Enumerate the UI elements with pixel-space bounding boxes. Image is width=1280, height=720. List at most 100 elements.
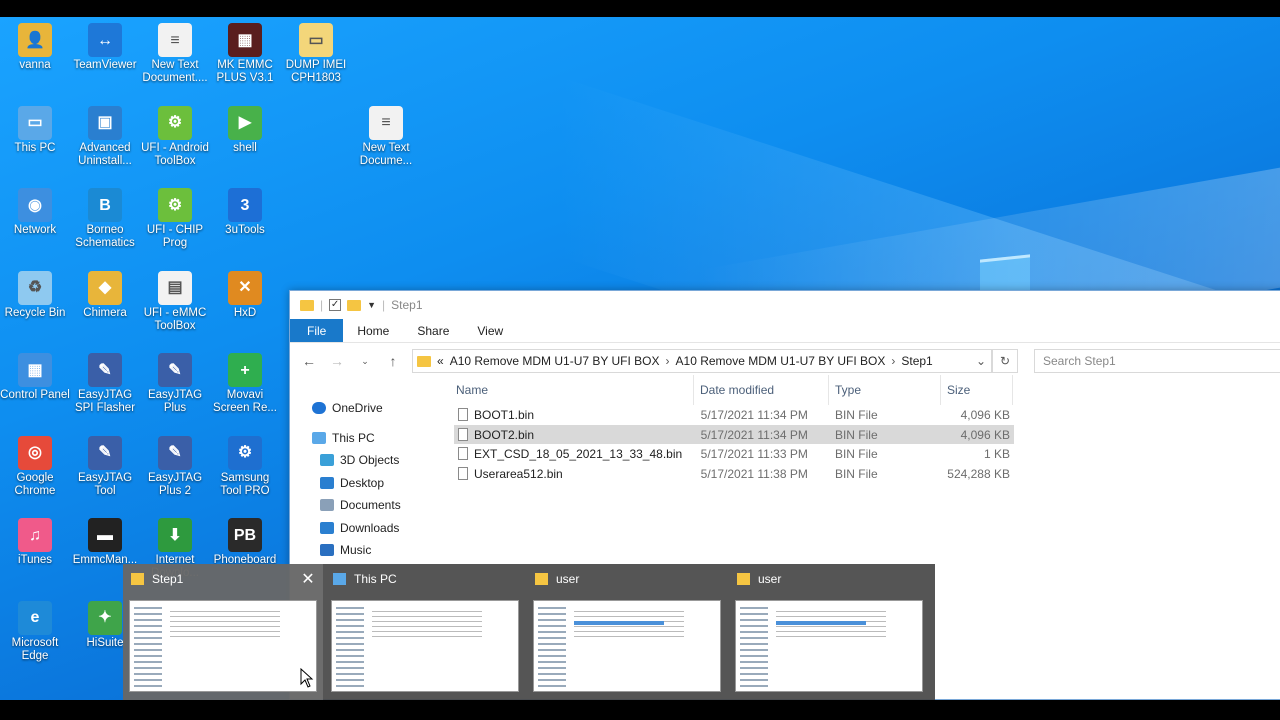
file-size-text: 524,288 KB xyxy=(947,466,1010,481)
tab-file[interactable]: File xyxy=(290,319,344,342)
thumbnail-preview xyxy=(533,600,721,692)
nav-label: Downloads xyxy=(340,520,400,535)
breadcrumb-item[interactable]: A10 Remove MDM U1-U7 BY UFI BOX xyxy=(676,354,886,368)
refresh-icon[interactable]: ↻ xyxy=(992,349,1018,373)
file-row[interactable]: EXT_CSD_18_05_2021_13_33_48.bin 5/17/2021… xyxy=(454,444,1014,464)
desktop-icon-samsung-tool-pro[interactable]: ⚙ Samsung Tool PRO xyxy=(210,435,280,498)
nav-item-desktop[interactable]: Desktop xyxy=(290,472,440,495)
new-folder-icon[interactable] xyxy=(347,299,362,311)
column-size[interactable]: Size xyxy=(941,375,1013,405)
breadcrumb-overflow[interactable]: « xyxy=(437,354,444,368)
app-icon: ⚙ xyxy=(228,435,262,470)
bottom-black-bar xyxy=(0,700,1280,720)
recent-dropdown-icon[interactable]: ⌄ xyxy=(354,356,376,367)
up-arrow-icon[interactable]: ↑ xyxy=(382,353,404,369)
desktop-icon-teamviewer[interactable]: ↔ TeamViewer xyxy=(70,23,140,72)
desktop-icon-phoneboard[interactable]: PB Phoneboard xyxy=(210,518,280,567)
chevron-right-icon[interactable]: › xyxy=(891,354,895,368)
desktop-icon-chimera[interactable]: ◆ Chimera xyxy=(70,270,140,320)
icon-label: Chimera xyxy=(83,306,127,319)
document-icon xyxy=(320,499,334,512)
icon-label: UFI - CHIP Prog xyxy=(146,224,204,249)
icon-label: UFI - Android ToolBox xyxy=(141,141,209,167)
desktop-icon-easyjtag-plus-2[interactable]: ✎ EasyJTAG Plus 2 xyxy=(140,435,210,498)
file-name: EXT_CSD_18_05_2021_13_33_48.bin xyxy=(454,447,697,461)
column-date-modified[interactable]: Date modified xyxy=(694,375,829,405)
column-name[interactable]: Name xyxy=(450,375,694,405)
icon-label: UFI - eMMC ToolBox xyxy=(143,306,207,332)
tab-home[interactable]: Home xyxy=(343,319,403,342)
desktop-icon-easyjtag-plus[interactable]: ✎ EasyJTAG Plus xyxy=(140,353,210,415)
file-type-text: BIN File xyxy=(834,447,878,462)
file-row[interactable]: Userarea512.bin 5/17/2021 11:38 PM BIN Fil… xyxy=(454,464,1014,484)
ribbon-tabs: File Home Share View xyxy=(290,319,1280,343)
desktop-icon-advanced-uninstall[interactable]: ▣ Advanced Uninstall... xyxy=(70,105,140,168)
taskbar-thumbnail[interactable]: user xyxy=(527,564,727,700)
desktop-icon-borneo-schematics[interactable]: B Borneo Schematics xyxy=(70,188,140,250)
taskbar-thumbnail[interactable]: user xyxy=(729,564,929,700)
nav-item-documents[interactable]: Documents xyxy=(290,494,440,517)
chevron-down-icon[interactable]: ⌄ xyxy=(971,354,991,368)
app-icon: ◉ xyxy=(18,188,52,222)
desktop-icon-dump-imei-cph1803[interactable]: ▭ DUMP IMEI CPH1803 xyxy=(281,23,351,85)
icon-label: Borneo Schematics xyxy=(75,224,135,249)
quick-access-dropdown-icon[interactable]: ▼ xyxy=(367,300,376,310)
file-row[interactable]: BOOT2.bin 5/17/2021 11:34 PM BIN File 4,096… xyxy=(454,424,1014,445)
desktop-icon-easyjtag-spi-flasher[interactable]: ✎ EasyJTAG SPI Flasher xyxy=(70,353,140,415)
icon-label: EasyJTAG SPI Flasher xyxy=(74,389,136,414)
desktop-icon-easyjtag-tool[interactable]: ✎ EasyJTAG Tool xyxy=(70,435,140,498)
close-icon[interactable]: ✕ xyxy=(299,569,317,589)
chevron-right-icon[interactable]: › xyxy=(666,354,670,368)
desktop-icon-new-text-docume[interactable]: ≡ New Text Docume... xyxy=(351,105,421,168)
app-icon: ✎ xyxy=(88,435,122,470)
search-input[interactable]: Search Step1 xyxy=(1034,349,1280,373)
desktop-icon-3utools[interactable]: 3 3uTools xyxy=(210,188,280,237)
nav-item-downloads[interactable]: Downloads xyxy=(290,517,440,540)
desktop-icon-itunes[interactable]: ♫ iTunes xyxy=(0,518,70,567)
desktop-icon-google-chrome[interactable]: ◎ Google Chrome xyxy=(0,435,70,498)
column-type[interactable]: Type xyxy=(829,375,941,405)
cube-icon xyxy=(320,454,334,467)
desktop-icon-ufi-chip-prog[interactable]: ⚙ UFI - CHIP Prog xyxy=(140,188,210,250)
taskbar-thumbnail[interactable]: This PC xyxy=(325,564,525,700)
nav-item-this-pc[interactable]: This PC xyxy=(290,427,440,450)
app-icon: 👤 xyxy=(18,23,52,57)
tab-view[interactable]: View xyxy=(463,319,517,342)
desktop-icon-emmcman[interactable]: ▬ EmmcMan... xyxy=(70,518,140,567)
desktop-icon-recycle-bin[interactable]: ♻ Recycle Bin xyxy=(0,270,70,320)
file-size: 524,288 KB xyxy=(942,467,1014,481)
breadcrumb-item[interactable]: A10 Remove MDM U1-U7 BY UFI BOX xyxy=(450,354,660,368)
nav-item-3d-objects[interactable]: 3D Objects xyxy=(290,449,440,472)
back-arrow-icon[interactable]: ← xyxy=(298,353,320,369)
desktop-icon-network[interactable]: ◉ Network xyxy=(0,188,70,237)
desktop-icon-vanna[interactable]: 👤 vanna xyxy=(0,23,70,72)
app-icon: ▶ xyxy=(228,105,262,140)
desktop-icon-shell[interactable]: ▶ shell xyxy=(210,105,280,155)
desktop-icon-hxd[interactable]: ✕ HxD xyxy=(210,270,280,320)
desktop-icon-this-pc[interactable]: ▭ This PC xyxy=(0,105,70,155)
desktop-icon-movavi-screen-re[interactable]: + Movavi Screen Re... xyxy=(210,353,280,415)
icon-label: shell xyxy=(233,141,257,154)
breadcrumb-item[interactable]: Step1 xyxy=(901,354,932,368)
desktop-icon-ufi-android-toolbox[interactable]: ⚙ UFI - Android ToolBox xyxy=(140,105,210,168)
desktop-icon-new-text-document[interactable]: ≡ New Text Document.... xyxy=(140,23,210,85)
desktop-icon-microsoft-edge[interactable]: e Microsoft Edge xyxy=(0,600,70,663)
file-name-text: EXT_CSD_18_05_2021_13_33_48.bin xyxy=(474,447,683,462)
file-row[interactable]: BOOT1.bin 5/17/2021 11:34 PM BIN File 4,096… xyxy=(454,405,1014,425)
file-type: BIN File xyxy=(831,447,942,461)
taskbar-thumbnail[interactable]: Step1 ✕ xyxy=(123,564,323,700)
forward-arrow-icon[interactable]: → xyxy=(326,353,348,369)
icon-label: HxD xyxy=(233,306,257,319)
address-bar[interactable]: « A10 Remove MDM U1-U7 BY UFI BOX › A10 … xyxy=(412,349,992,373)
folder-icon xyxy=(417,355,431,367)
tab-share[interactable]: Share xyxy=(403,319,463,342)
properties-icon[interactable]: ✓ xyxy=(329,299,342,311)
nav-item-music[interactable]: Music xyxy=(290,539,440,562)
file-name-text: BOOT2.bin xyxy=(474,427,535,442)
desktop-icon-mk-emmc-plus-v3-1[interactable]: ▦ MK EMMC PLUS V3.1 xyxy=(210,23,280,85)
desktop-icon-control-panel[interactable]: ▦ Control Panel xyxy=(0,353,70,402)
thumbnail-title: Step1 xyxy=(152,572,184,586)
nav-item-onedrive[interactable]: OneDrive xyxy=(290,397,440,420)
icon-label: DUMP IMEI CPH1803 xyxy=(285,59,347,84)
desktop-icon-ufi-emmc-toolbox[interactable]: ▤ UFI - eMMC ToolBox xyxy=(140,270,210,333)
